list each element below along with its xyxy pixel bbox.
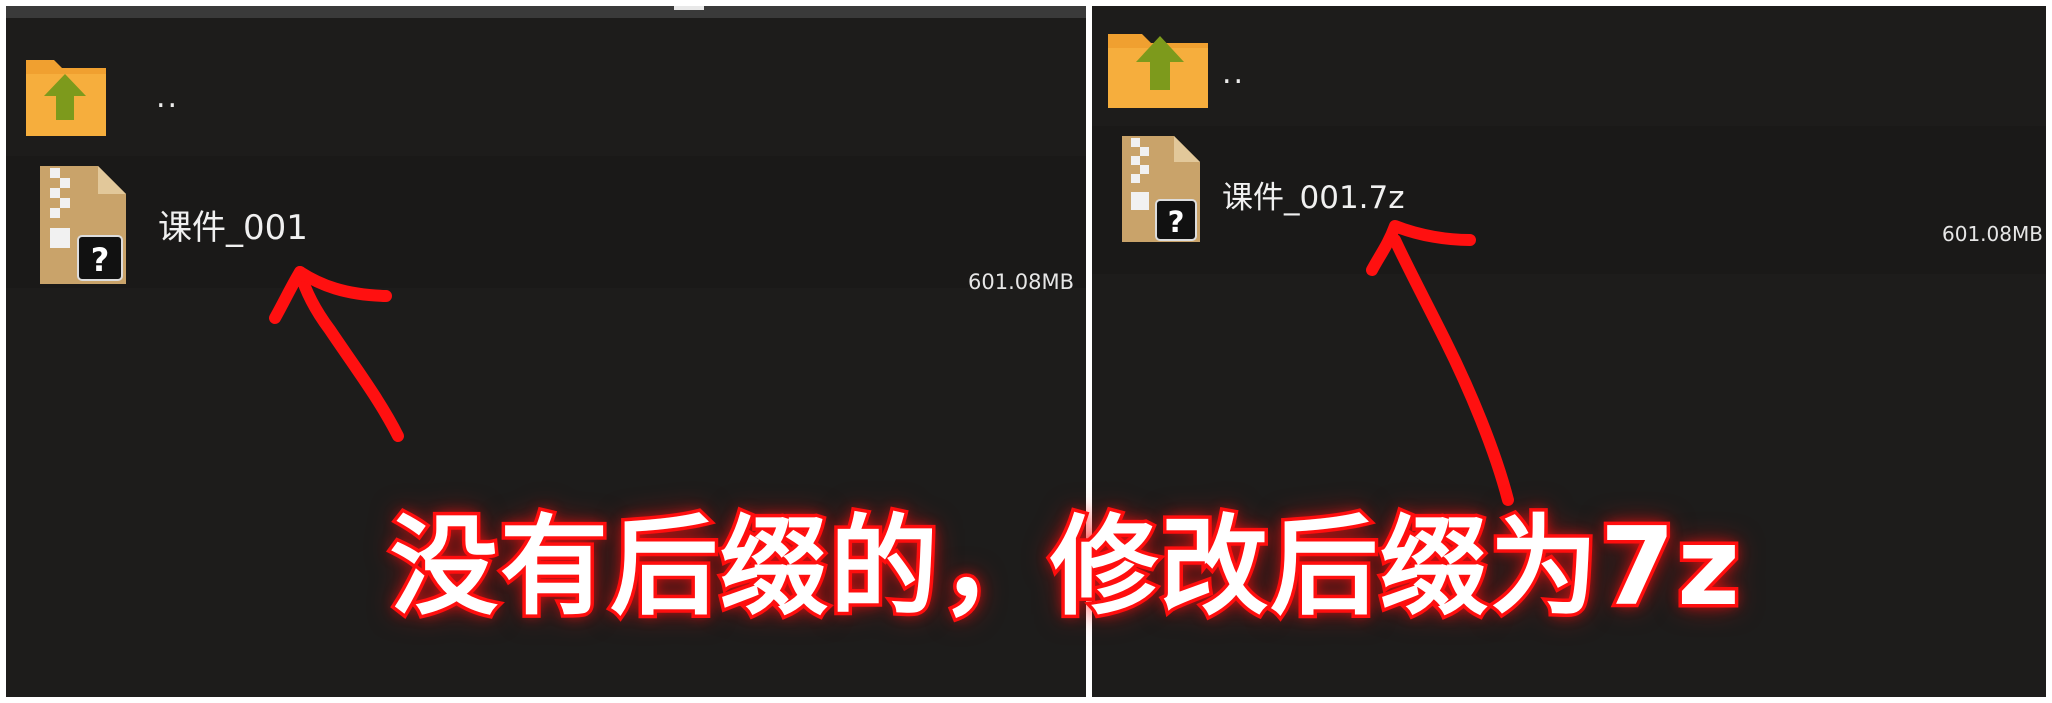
parent-folder-row[interactable]: ..	[1092, 18, 2046, 118]
parent-folder-label: ..	[156, 80, 180, 115]
file-size: 601.08MB	[1942, 222, 2043, 246]
folder-up-icon	[1108, 34, 1208, 108]
folder-up-icon	[26, 60, 106, 136]
file-row[interactable]: ? 课件_001 601.08MB	[6, 156, 1086, 296]
status-strip	[6, 6, 1086, 18]
svg-text:?: ?	[1168, 205, 1185, 239]
annotation-caption: 没有后缀的，修改后缀为7z	[386, 502, 1743, 634]
file-size: 601.08MB	[968, 270, 1075, 294]
file-name: 课件_001.7z	[1222, 180, 1405, 216]
file-row[interactable]: ? 课件_001.7z 601.08MB	[1092, 126, 2046, 276]
file-name: 课件_001	[158, 208, 308, 248]
unknown-archive-icon: ?	[40, 166, 126, 284]
strip-notch	[674, 6, 704, 10]
unknown-archive-icon: ?	[1122, 136, 1200, 242]
parent-folder-label: ..	[1222, 56, 1246, 91]
parent-folder-row[interactable]: ..	[6, 36, 1086, 146]
svg-text:?: ?	[91, 241, 110, 279]
